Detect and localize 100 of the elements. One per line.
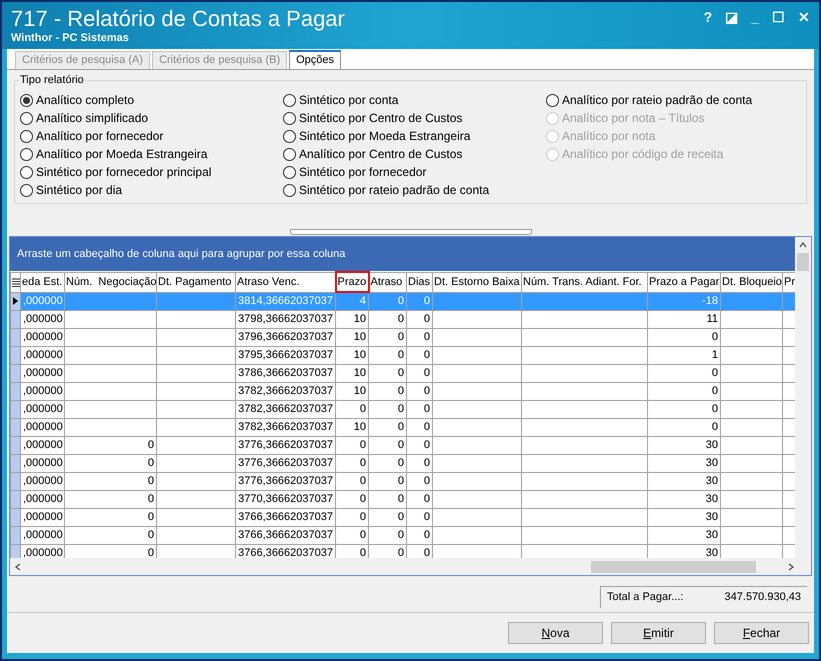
- table-cell: 10: [336, 364, 368, 382]
- table-cell: -18: [648, 292, 720, 310]
- radio-button[interactable]: [20, 112, 33, 124]
- scroll-right-icon[interactable]: [787, 562, 795, 570]
- table-cell: 3766,36662037037: [236, 526, 336, 544]
- table-cell: [720, 472, 782, 490]
- table-cell: 0: [406, 454, 432, 472]
- radio-button[interactable]: [20, 148, 33, 160]
- table-cell: ,000000: [20, 508, 64, 526]
- column-header[interactable]: Dt. Estorno Baixa: [432, 272, 522, 292]
- table-cell: ,000000: [20, 328, 64, 346]
- column-header[interactable]: Atraso: [368, 272, 406, 292]
- table-cell: 0: [406, 292, 432, 310]
- dialog-button[interactable]: Fechar: [714, 622, 809, 644]
- radio-button[interactable]: [20, 184, 33, 196]
- table-cell: 10: [336, 382, 368, 400]
- table-cell: 3782,36662037037: [236, 400, 336, 418]
- table-cell: [720, 490, 782, 508]
- radio-button[interactable]: [283, 148, 296, 160]
- radio-button[interactable]: [283, 112, 296, 124]
- tab[interactable]: Opções: [289, 50, 342, 69]
- radio-button[interactable]: [20, 94, 33, 106]
- table-cell: 0: [406, 364, 432, 382]
- radio-button[interactable]: [20, 130, 33, 142]
- table-cell: ,000000: [20, 526, 64, 544]
- table-cell: 0: [368, 490, 406, 508]
- scroll-thumb[interactable]: [797, 253, 809, 271]
- column-header[interactable]: Dias: [406, 272, 432, 292]
- table-cell: 30: [648, 454, 720, 472]
- dialog-button[interactable]: Nova: [508, 622, 603, 644]
- table-cell: 0: [64, 508, 156, 526]
- column-header[interactable]: Dt. Bloqueio: [720, 272, 782, 292]
- dialog-button[interactable]: Emitir: [611, 622, 706, 644]
- radio-button[interactable]: [283, 184, 296, 196]
- table-cell: ,000000: [20, 418, 64, 436]
- window-control-button[interactable]: _: [751, 8, 759, 26]
- table-cell: 3796,36662037037: [236, 328, 336, 346]
- column-header[interactable]: Prazo a Pagar: [648, 272, 720, 292]
- row-indicator[interactable]: [10, 292, 20, 310]
- radio-button[interactable]: [283, 166, 296, 178]
- column-header[interactable]: Prazo: [336, 272, 368, 292]
- table-cell: 0: [368, 526, 406, 544]
- table-cell: 3814,36662037037: [236, 292, 336, 310]
- column-header[interactable]: eda Est.: [20, 272, 64, 292]
- table-cell: [720, 310, 782, 328]
- table-cell: 10: [336, 346, 368, 364]
- radio-button[interactable]: [546, 94, 559, 106]
- window-control-button[interactable]: ✕: [798, 8, 810, 26]
- table-cell: 0: [368, 454, 406, 472]
- radio-button[interactable]: [283, 130, 296, 142]
- table-cell: 10: [336, 310, 368, 328]
- table-cell: [720, 526, 782, 544]
- table-cell: [720, 364, 782, 382]
- table-cell: 30: [648, 472, 720, 490]
- window-control-button[interactable]: ☐: [772, 8, 785, 26]
- vertical-scrollbar[interactable]: [795, 237, 811, 558]
- table-cell: 3766,36662037037: [236, 508, 336, 526]
- column-chooser-icon[interactable]: [12, 278, 20, 286]
- table-cell: ,000000: [20, 364, 64, 382]
- table-cell: 0: [406, 436, 432, 454]
- table-cell: 0: [336, 508, 368, 526]
- scroll-thumb[interactable]: [591, 560, 756, 572]
- table-cell: 1: [648, 346, 720, 364]
- table-cell: 30: [648, 436, 720, 454]
- table-cell: 0: [368, 328, 406, 346]
- radio-label: Analítico por Moeda Estrangeira: [36, 146, 208, 163]
- table-cell: 0: [64, 436, 156, 454]
- column-header[interactable]: Dt. Pagamento: [156, 272, 236, 292]
- radio-label: Analítico por nota – Títulos: [562, 110, 705, 127]
- table-cell: ,000000: [20, 436, 64, 454]
- table-cell: 0: [368, 418, 406, 436]
- column-header[interactable]: Núm. Negociação: [64, 272, 156, 292]
- table-cell: [720, 418, 782, 436]
- scroll-left-icon[interactable]: [14, 562, 22, 570]
- radio-button[interactable]: [283, 94, 296, 106]
- table-cell: ,000000: [20, 346, 64, 364]
- table-cell: 0: [406, 400, 432, 418]
- radio-label: Sintético por conta: [299, 92, 398, 109]
- table-cell: 4: [336, 292, 368, 310]
- radio-label: Sintético por Centro de Custos: [299, 110, 462, 127]
- radio-label: Analítico por fornecedor: [36, 128, 164, 145]
- horizontal-scrollbar[interactable]: [10, 558, 811, 575]
- scroll-up-icon[interactable]: [799, 241, 807, 249]
- radio-button[interactable]: [20, 166, 33, 178]
- group-title: Tipo relatório: [19, 73, 85, 87]
- table-cell: [720, 436, 782, 454]
- table-cell: 0: [336, 490, 368, 508]
- table-cell: 0: [406, 328, 432, 346]
- table-cell: ,000000: [20, 310, 64, 328]
- table-cell: ,000000: [20, 490, 64, 508]
- radio-label: Analítico por rateio padrão de conta: [562, 92, 752, 109]
- radio-label: Sintético por fornecedor principal: [36, 164, 212, 181]
- table-cell: 0: [406, 418, 432, 436]
- table-cell: [720, 292, 782, 310]
- table-cell: 0: [648, 328, 720, 346]
- table-cell: 0: [336, 526, 368, 544]
- column-header[interactable]: Atraso Venc.: [236, 272, 336, 292]
- splitter-handle[interactable]: [290, 229, 532, 235]
- table-cell: 3795,36662037037: [236, 346, 336, 364]
- column-header[interactable]: Núm. Trans. Adiant. For.: [522, 272, 648, 292]
